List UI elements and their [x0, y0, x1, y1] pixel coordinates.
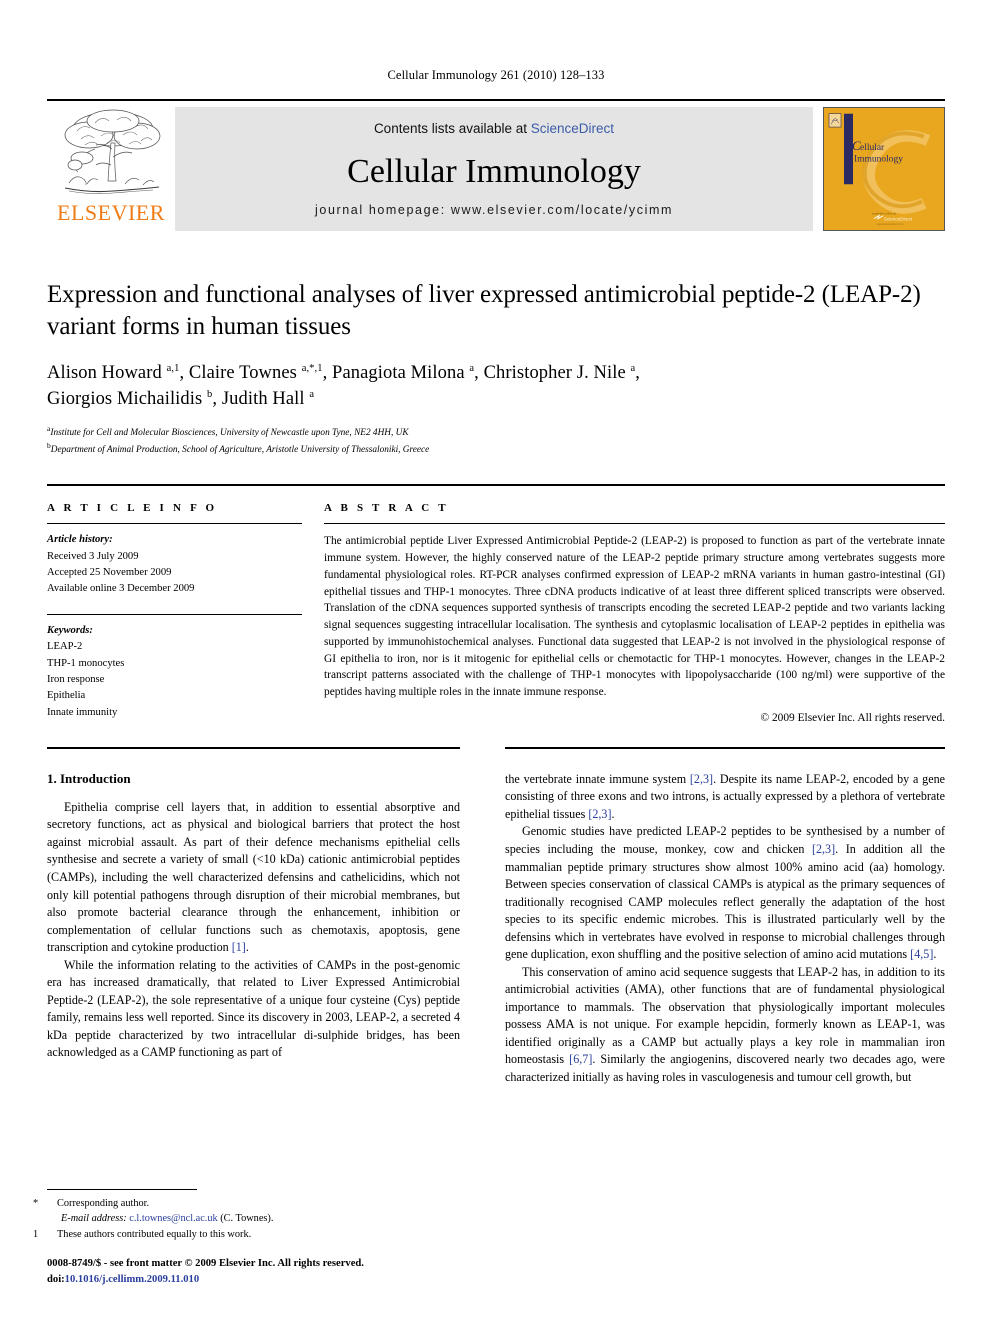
svg-text:ScienceDirect: ScienceDirect — [884, 217, 913, 222]
issn-line: 0008-8749/$ - see front matter © 2009 El… — [47, 1258, 364, 1270]
svg-text:ellular: ellular — [860, 143, 884, 153]
affiliation-list: aInstitute for Cell and Molecular Biosci… — [47, 423, 945, 459]
article-info-rule — [47, 523, 302, 525]
journal-homepage-link[interactable]: journal homepage: www.elsevier.com/locat… — [315, 203, 673, 217]
svg-text:www.sciencedirect.com: www.sciencedirect.com — [877, 223, 904, 226]
abstract-heading: A B S T R A C T — [324, 502, 449, 515]
elsevier-wordmark: ELSEVIER — [57, 200, 165, 225]
corresponding-author-mark: * — [33, 1197, 39, 1209]
article-info-column: A R T I C L E I N F O Article history: R… — [47, 502, 322, 724]
equal-contribution-mark: 1 — [33, 1228, 39, 1240]
article-title: Expression and functional analyses of li… — [47, 281, 921, 340]
citation-link[interactable]: [6,7] — [569, 1052, 592, 1066]
citation-link[interactable]: [2,3] — [690, 772, 713, 786]
email-label: E-mail address: — [61, 1213, 127, 1225]
journal-masthead: ELSEVIER Contents lists available at Sci… — [47, 99, 945, 232]
body-columns: 1. Introduction Epithelia comprise cell … — [47, 771, 945, 1087]
issn-copyright-block: 0008-8749/$ - see front matter © 2009 El… — [47, 1256, 460, 1287]
body-paragraph: While the information relating to the ac… — [47, 957, 460, 1060]
citation-link[interactable]: [4,5] — [910, 947, 933, 961]
affiliation-a-text: Institute for Cell and Molecular Bioscie… — [50, 427, 409, 438]
body-paragraph: Genomic studies have predicted LEAP-2 pe… — [505, 824, 945, 962]
doi-line: doi:10.1016/j.cellimm.2009.11.010 — [47, 1272, 460, 1287]
email-note: E-mail address: c.l.townes@ncl.ac.uk (C.… — [47, 1211, 460, 1226]
keywords-label: Keywords: — [47, 624, 93, 636]
citation-link[interactable]: [2,3] — [812, 842, 835, 856]
citation-link[interactable]: [1] — [232, 940, 246, 954]
available-online-date: Available online 3 December 2009 — [47, 583, 195, 595]
email-suffix: (C. Townes). — [220, 1213, 274, 1225]
doi-label: doi: — [47, 1273, 65, 1285]
received-date: Received 3 July 2009 — [47, 550, 139, 562]
body-rule-right — [505, 746, 945, 749]
keyword-item: Epithelia — [47, 690, 86, 702]
keyword-item: THP-1 monocytes — [47, 657, 125, 669]
keyword-item: Iron response — [47, 674, 105, 686]
keyword-item: LEAP-2 — [47, 641, 83, 653]
contents-prefix: Contents lists available at — [373, 121, 531, 136]
body-paragraph: the vertebrate innate immune system [2,3… — [505, 771, 945, 821]
elsevier-logo[interactable]: ELSEVIER — [47, 101, 175, 232]
body-paragraph: This conservation of amino acid sequence… — [505, 964, 945, 1084]
abstract-text: The antimicrobial peptide Liver Expresse… — [324, 535, 945, 699]
abstract-rule — [324, 523, 945, 525]
masthead-center-band: Contents lists available at ScienceDirec… — [175, 107, 813, 231]
contents-available-line: Contents lists available at ScienceDirec… — [374, 121, 614, 136]
article-info-heading: A R T I C L E I N F O — [47, 502, 218, 515]
doi-link[interactable]: 10.1016/j.cellimm.2009.11.010 — [65, 1274, 199, 1285]
svg-text:Immunology: Immunology — [854, 155, 903, 165]
journal-cover-thumbnail[interactable]: C ellular Immunology available online at… — [823, 107, 945, 231]
affiliation-b-text: Department of Animal Production, School … — [50, 445, 430, 456]
journal-cover-artwork: C ellular Immunology available online at… — [824, 108, 944, 230]
svg-text:available online at: available online at — [872, 212, 896, 216]
body-column-right: the vertebrate innate immune system [2,3… — [505, 771, 945, 1087]
sciencedirect-link[interactable]: ScienceDirect — [531, 121, 614, 136]
keyword-item: Innate immunity — [47, 706, 118, 718]
body-top-rules — [47, 746, 945, 749]
abstract-column: A B S T R A C T The antimicrobial peptid… — [322, 502, 945, 724]
equal-contribution-note: 1 These authors contributed equally to th… — [33, 1227, 460, 1242]
body-rule-gap — [460, 747, 505, 749]
footnote-block: * Corresponding author. E-mail address: c… — [33, 1188, 460, 1287]
corresponding-author-text: Corresponding author. — [57, 1197, 150, 1209]
info-top-rule — [47, 484, 945, 487]
author-line-2: Giorgios Michailidis b, Judith Hall a — [47, 389, 315, 410]
article-history-group: Article history: Received 3 July 2009 Ac… — [47, 532, 302, 598]
section-title-introduction: 1. Introduction — [47, 770, 131, 786]
elsevier-tree-icon — [64, 109, 161, 194]
citation-link[interactable]: [2,3] — [588, 807, 611, 821]
copyright-line: © 2009 Elsevier Inc. All rights reserved… — [760, 711, 945, 724]
footnote-rule — [47, 1188, 197, 1190]
article-history-label: Article history: — [47, 534, 113, 546]
email-link[interactable]: c.l.townes@ncl.ac.uk — [129, 1213, 217, 1224]
journal-title: Cellular Immunology — [347, 152, 641, 190]
body-paragraph: Epithelia comprise cell layers that, in … — [47, 799, 460, 955]
author-list: Alison Howard a,1, Claire Townes a,*,1, … — [47, 360, 945, 413]
keywords-rule — [47, 613, 302, 615]
equal-contribution-text: These authors contributed equally to thi… — [57, 1228, 252, 1240]
corresponding-author-note: * Corresponding author. — [33, 1196, 460, 1211]
author-line-1: Alison Howard a,1, Claire Townes a,*,1, … — [47, 362, 641, 383]
body-rule-left — [47, 746, 460, 749]
info-abstract-section: A R T I C L E I N F O Article history: R… — [47, 502, 945, 724]
affiliation-a: aInstitute for Cell and Molecular Biosci… — [47, 423, 409, 438]
body-column-left: 1. Introduction Epithelia comprise cell … — [47, 771, 460, 1087]
accepted-date: Accepted 25 November 2009 — [47, 567, 172, 579]
affiliation-b: bDepartment of Animal Production, School… — [47, 441, 430, 456]
title-block: Expression and functional analyses of li… — [47, 279, 945, 458]
journal-article-page: Cellular Immunology 261 (2010) 128–133 E… — [0, 0, 992, 1323]
body-column-gap — [460, 771, 505, 1087]
running-head: Cellular Immunology 261 (2010) 128–133 — [387, 68, 605, 82]
keywords-group: Keywords: LEAP-2 THP-1 monocytes Iron re… — [47, 623, 302, 721]
